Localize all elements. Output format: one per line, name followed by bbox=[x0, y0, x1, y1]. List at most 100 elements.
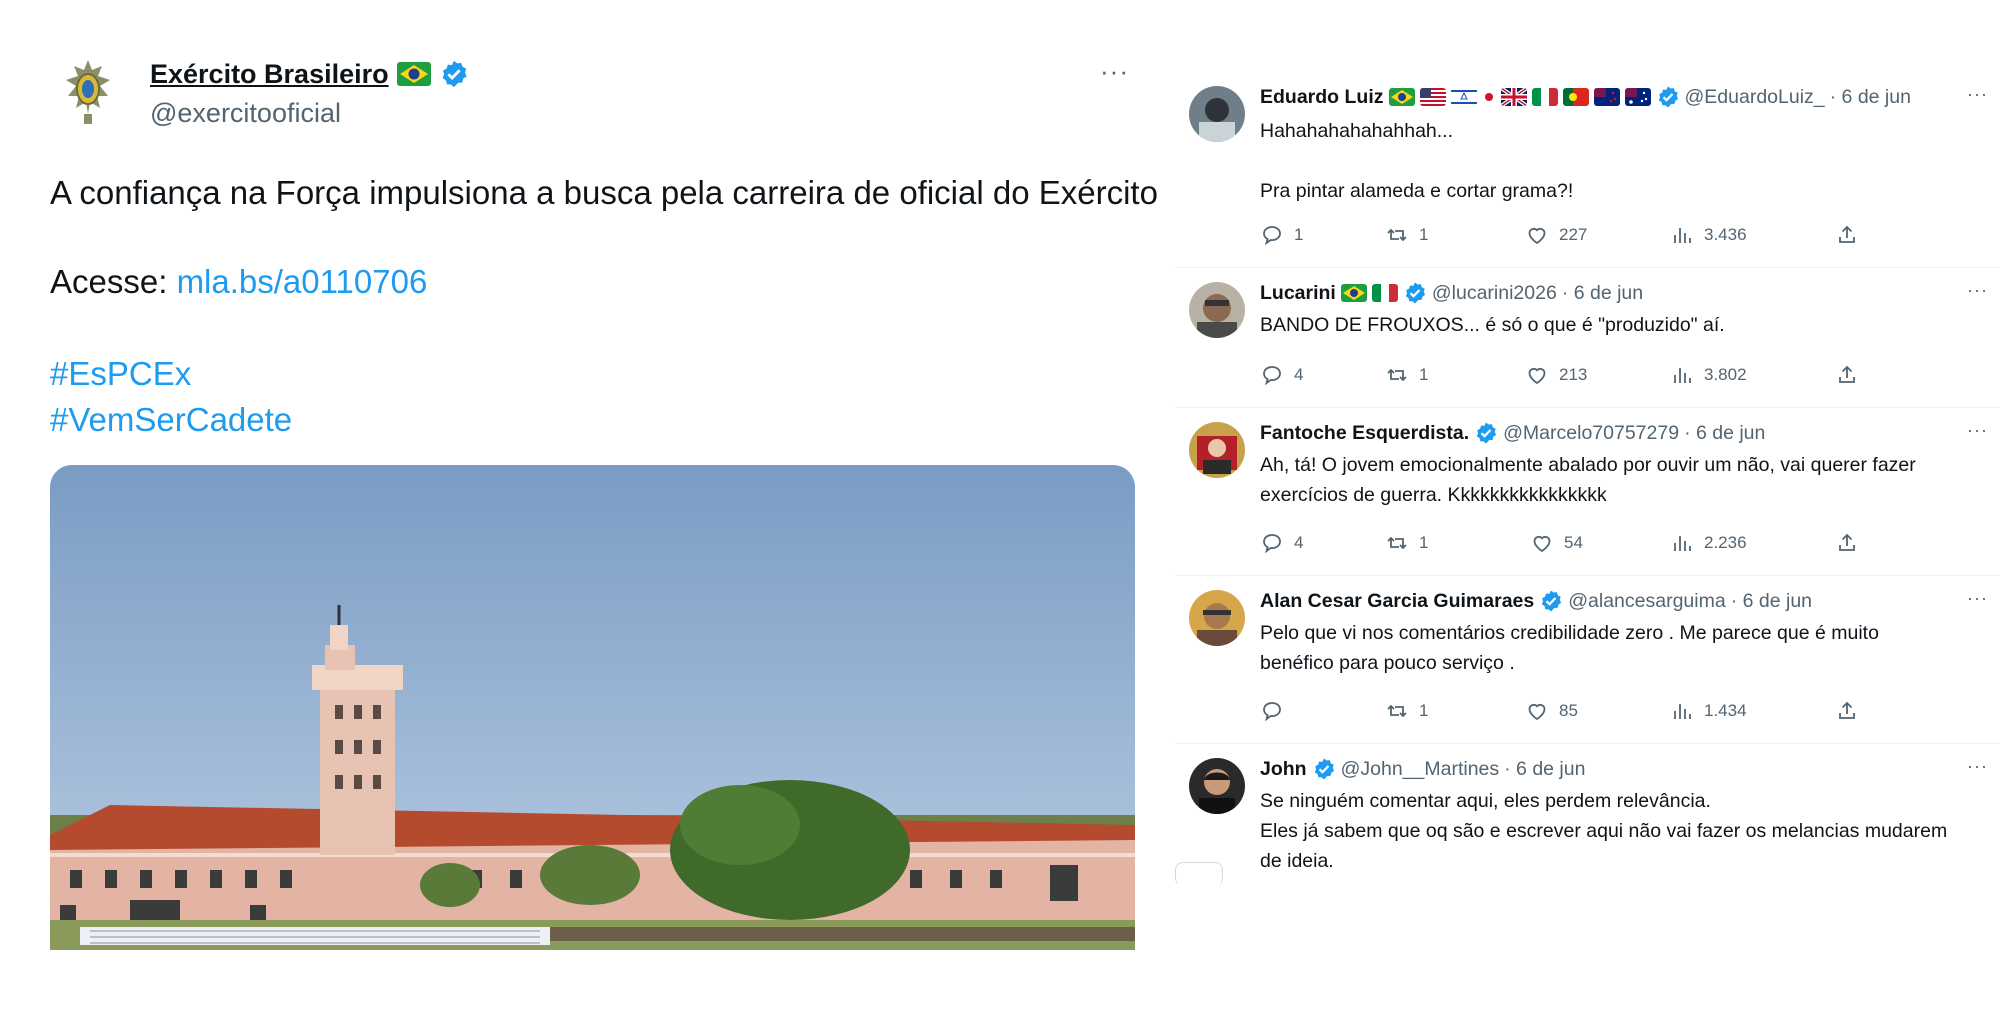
avatar[interactable] bbox=[1189, 422, 1245, 478]
reply-text-line: Pelo que vi nos comentários credibilidad… bbox=[1260, 622, 1879, 644]
reply-button[interactable] bbox=[1260, 696, 1294, 726]
like-button[interactable]: 85 bbox=[1525, 696, 1578, 726]
share-button[interactable] bbox=[1835, 220, 1859, 250]
reply-text-line: exercícios de guerra. Kkkkkkkkkkkkkkkk bbox=[1260, 484, 1607, 506]
views-count: 1.434 bbox=[1704, 701, 1747, 720]
like-button[interactable]: 213 bbox=[1525, 360, 1587, 390]
retweet-button[interactable]: 1 bbox=[1385, 696, 1428, 726]
views-button[interactable]: 2.236 bbox=[1670, 528, 1747, 558]
reply-handle[interactable]: @lucarini2026 bbox=[1432, 282, 1557, 305]
views-bars-icon bbox=[1674, 228, 1691, 243]
reply-author-name[interactable]: Fantoche Esquerdista. bbox=[1260, 422, 1469, 445]
reply-date[interactable]: · 6 de jun bbox=[1562, 282, 1643, 305]
verified-badge-icon bbox=[1658, 86, 1678, 108]
reply-bubble-icon bbox=[1263, 366, 1281, 386]
verified-badge-icon bbox=[1542, 590, 1562, 612]
like-button[interactable]: 227 bbox=[1525, 220, 1587, 250]
like-button[interactable]: 54 bbox=[1530, 528, 1583, 558]
tweet-text: A confiança na Força impulsiona a busca … bbox=[50, 174, 1158, 211]
more-options-icon[interactable]: ··· bbox=[1967, 84, 1988, 105]
reply-item[interactable]: Alan Cesar Garcia Guimaraes @alancesargu… bbox=[1175, 576, 2000, 744]
avatar[interactable] bbox=[1189, 282, 1245, 338]
more-options-icon[interactable]: ··· bbox=[1967, 756, 1988, 777]
views-button[interactable]: 1.434 bbox=[1670, 696, 1747, 726]
like-count: 54 bbox=[1564, 533, 1583, 552]
more-options-icon[interactable]: ··· bbox=[1100, 56, 1129, 87]
more-options-icon[interactable]: ··· bbox=[1967, 280, 1988, 301]
views-count: 2.236 bbox=[1704, 533, 1747, 552]
reply-item[interactable]: John @John__Martines · 6 de jun ··· Se n… bbox=[1175, 744, 2000, 884]
reply-actions: 4 1 54 2.236 bbox=[1260, 528, 1880, 558]
reply-handle[interactable]: @John__Martines bbox=[1341, 758, 1500, 781]
views-button[interactable]: 3.802 bbox=[1670, 360, 1747, 390]
avatar[interactable] bbox=[1189, 590, 1245, 646]
more-options-icon[interactable]: ··· bbox=[1967, 420, 1988, 441]
views-bars-icon bbox=[1674, 704, 1691, 719]
retweet-icon bbox=[1387, 536, 1407, 550]
reply-author-name[interactable]: Alan Cesar Garcia Guimaraes bbox=[1260, 590, 1534, 613]
retweet-count: 1 bbox=[1419, 225, 1429, 244]
access-label: Acesse: bbox=[50, 263, 177, 300]
share-button[interactable] bbox=[1835, 528, 1859, 558]
views-button[interactable]: 3.436 bbox=[1670, 220, 1747, 250]
reply-item[interactable]: Lucarini @lucarini2026 · 6 de jun ··· BA… bbox=[1175, 268, 2000, 408]
hashtag-vemsercadete[interactable]: #VemSerCadete bbox=[50, 397, 292, 443]
reply-bubble-icon bbox=[1263, 702, 1281, 722]
more-options-icon[interactable]: ··· bbox=[1967, 588, 1988, 609]
avatar[interactable] bbox=[1189, 86, 1245, 142]
reply-header: John @John__Martines · 6 de jun bbox=[1260, 756, 1585, 782]
heart-icon bbox=[1533, 535, 1551, 553]
reply-actions: 4 1 213 3.802 bbox=[1260, 360, 1880, 390]
reply-bubble-icon bbox=[1263, 534, 1281, 554]
share-button[interactable] bbox=[1835, 696, 1859, 726]
tweet-photo[interactable] bbox=[50, 465, 1135, 950]
replies-list: Eduardo Luiz @EduardoLuiz_ · 6 de jun ··… bbox=[1175, 72, 2000, 884]
portugal-flag-icon bbox=[1562, 88, 1589, 106]
verified-badge-icon bbox=[442, 60, 467, 88]
reply-button[interactable]: 4 bbox=[1260, 360, 1303, 390]
share-upload-icon bbox=[1839, 533, 1855, 551]
reply-bubble-icon bbox=[1263, 226, 1281, 246]
retweet-button[interactable]: 1 bbox=[1385, 360, 1428, 390]
avatar[interactable] bbox=[1189, 758, 1245, 814]
reply-author-name[interactable]: Eduardo Luiz bbox=[1260, 86, 1384, 109]
author-name[interactable]: Exército Brasileiro bbox=[150, 59, 389, 90]
army-emblem-avatar[interactable] bbox=[62, 58, 114, 128]
reply-date[interactable]: · 6 de jun bbox=[1504, 758, 1585, 781]
brazil-flag-icon bbox=[1340, 284, 1367, 302]
tweet-link[interactable]: mla.bs/a0110706 bbox=[177, 263, 428, 300]
reply-handle[interactable]: @EduardoLuiz_ bbox=[1685, 86, 1825, 109]
hashtag-espcex[interactable]: #EsPCEx bbox=[50, 351, 191, 397]
heart-icon bbox=[1528, 367, 1546, 385]
verified-badge-icon bbox=[1405, 282, 1425, 304]
share-upload-icon bbox=[1839, 365, 1855, 383]
reply-item[interactable]: Eduardo Luiz @EduardoLuiz_ · 6 de jun ··… bbox=[1175, 72, 2000, 268]
reply-date[interactable]: · 6 de jun bbox=[1830, 86, 1911, 109]
japan-flag-icon bbox=[1482, 88, 1496, 106]
uk-flag-icon bbox=[1500, 88, 1527, 106]
share-button[interactable] bbox=[1835, 360, 1859, 390]
reply-header: Alan Cesar Garcia Guimaraes @alancesargu… bbox=[1260, 588, 1812, 614]
retweet-button[interactable]: 1 bbox=[1385, 220, 1428, 250]
reply-header: Fantoche Esquerdista. @Marcelo70757279 ·… bbox=[1260, 420, 1765, 446]
views-bars-icon bbox=[1674, 368, 1691, 383]
retweet-icon bbox=[1387, 368, 1407, 382]
new-zealand-flag-icon bbox=[1593, 88, 1620, 106]
reply-handle[interactable]: @Marcelo70757279 bbox=[1503, 422, 1679, 445]
reply-author-name[interactable]: Lucarini bbox=[1260, 282, 1336, 305]
reply-date[interactable]: · 6 de jun bbox=[1731, 590, 1812, 613]
reply-header: Eduardo Luiz @EduardoLuiz_ · 6 de jun bbox=[1260, 84, 1911, 110]
author-row: Exército Brasileiro bbox=[150, 56, 469, 92]
verified-badge-icon bbox=[1314, 758, 1334, 780]
reply-button[interactable]: 1 bbox=[1260, 220, 1303, 250]
retweet-button[interactable]: 1 bbox=[1385, 528, 1428, 558]
brazil-flag-icon bbox=[396, 62, 431, 86]
reply-button[interactable]: 4 bbox=[1260, 528, 1303, 558]
italy-flag-icon bbox=[1531, 88, 1558, 106]
reply-handle[interactable]: @alancesarguima bbox=[1568, 590, 1725, 613]
reply-author-name[interactable]: John bbox=[1260, 758, 1307, 781]
reply-date[interactable]: · 6 de jun bbox=[1684, 422, 1765, 445]
retweet-count: 1 bbox=[1419, 701, 1429, 720]
reply-item[interactable]: Fantoche Esquerdista. @Marcelo70757279 ·… bbox=[1175, 408, 2000, 576]
author-handle[interactable]: @exercitooficial bbox=[150, 98, 341, 129]
